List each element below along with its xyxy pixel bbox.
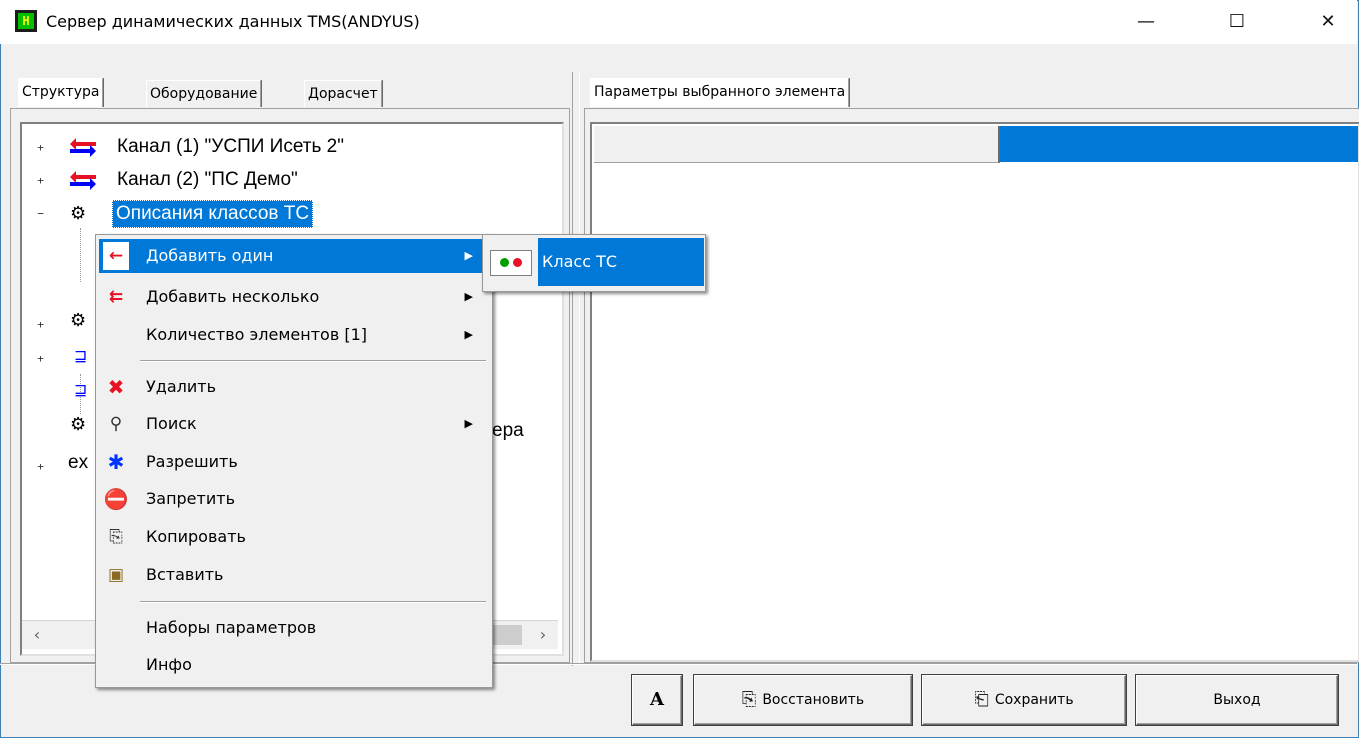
- tree-item-partial[interactable]: ера: [492, 418, 524, 444]
- menu-item-element-count[interactable]: Количество элементов [1] ▶: [99, 318, 489, 352]
- scroll-right-icon[interactable]: ›: [528, 621, 558, 649]
- context-menu: ← Добавить один ▶ ⇇ Добавить несколько ▶…: [95, 234, 493, 688]
- gears-icon: ⚙: [70, 203, 87, 223]
- tab-equipment[interactable]: Оборудование: [146, 80, 262, 107]
- tree-connector: [80, 228, 81, 282]
- menu-item-add-several[interactable]: ⇇ Добавить несколько ▶: [99, 280, 489, 314]
- grid-header-value[interactable]: [1000, 126, 1358, 162]
- submenu-arrow-icon: ▶: [464, 417, 473, 430]
- exit-button[interactable]: Выход: [1136, 675, 1338, 725]
- expand-icon[interactable]: +: [36, 319, 45, 330]
- channel-arrows-icon: [70, 138, 96, 157]
- menu-item-param-sets[interactable]: Наборы параметров: [99, 611, 489, 645]
- tree-item-ts-class-descriptions[interactable]: − ⚙ Описания классов ТС: [22, 200, 542, 228]
- app-icon: H: [15, 10, 37, 32]
- tab-structure[interactable]: Структура: [18, 78, 104, 107]
- restore-icon: ⎘: [741, 689, 757, 710]
- minimize-button[interactable]: —: [1112, 0, 1180, 44]
- device-icon: ⊒: [74, 346, 88, 365]
- tree-item-partial[interactable]: ex: [68, 450, 88, 476]
- menu-separator: [140, 360, 486, 362]
- menu-item-copy[interactable]: ⎘ Копировать: [99, 520, 489, 554]
- submenu-arrow-icon: ▶: [464, 328, 473, 341]
- close-button[interactable]: ✕: [1294, 0, 1359, 44]
- channel-arrows-icon: [70, 171, 96, 190]
- expand-icon[interactable]: +: [36, 353, 45, 364]
- copy-icon: ⎘: [109, 527, 123, 547]
- tree-item-channel-2[interactable]: + Канал (2) "ПС Демо": [22, 167, 542, 193]
- search-icon: ⚲: [109, 414, 123, 434]
- delete-x-icon: ✖: [107, 375, 125, 399]
- gears-icon: ⚙: [70, 310, 87, 331]
- arrow-left-red-icon: ←: [103, 242, 129, 270]
- window-title: Сервер динамических данных TMS(ANDYUS): [46, 12, 420, 31]
- gears-icon: ⚙: [70, 414, 87, 435]
- menu-separator: [140, 601, 486, 603]
- tree-item-channel-1[interactable]: + Канал (1) "УСПИ Исеть 2": [22, 134, 542, 160]
- arrows-left-red-icon: ⇇: [108, 287, 124, 307]
- ts-class-icon: [490, 250, 532, 276]
- collapse-icon[interactable]: −: [36, 208, 45, 219]
- restore-button[interactable]: ⎘ Восстановить: [694, 675, 912, 725]
- expand-icon[interactable]: +: [36, 142, 45, 153]
- submenu-item-ts-class[interactable]: Класс ТС: [486, 238, 704, 286]
- paste-icon: ▣: [107, 565, 125, 585]
- submenu-add-one: Класс ТС: [482, 234, 706, 292]
- grid-header-name[interactable]: [594, 126, 1000, 163]
- menu-item-forbid[interactable]: ⛔ Запретить: [99, 482, 489, 516]
- allow-asterisk-icon: ✱: [107, 450, 125, 474]
- panel-splitter[interactable]: [572, 72, 580, 666]
- forbid-icon: ⛔: [103, 487, 129, 511]
- font-button[interactable]: A: [632, 675, 682, 725]
- menu-item-search[interactable]: ⚲ Поиск ▶: [99, 407, 489, 441]
- expand-icon[interactable]: +: [36, 461, 45, 472]
- menu-item-delete[interactable]: ✖ Удалить: [99, 370, 489, 404]
- device-icon: ⊒: [74, 380, 88, 399]
- save-button[interactable]: ⎗ Сохранить: [922, 675, 1126, 725]
- submenu-arrow-icon: ▶: [464, 249, 473, 262]
- params-grid[interactable]: [590, 122, 1359, 662]
- maximize-button[interactable]: ☐: [1203, 0, 1271, 44]
- menu-item-add-one[interactable]: ← Добавить один ▶: [99, 239, 489, 273]
- submenu-arrow-icon: ▶: [464, 290, 473, 303]
- menu-item-paste[interactable]: ▣ Вставить: [99, 558, 489, 592]
- menu-item-info[interactable]: Инфо: [99, 648, 489, 682]
- expand-icon[interactable]: +: [36, 175, 45, 186]
- tab-recalc[interactable]: Дорасчет: [304, 80, 382, 107]
- scroll-left-icon[interactable]: ‹: [22, 621, 52, 649]
- menu-item-allow[interactable]: ✱ Разрешить: [99, 445, 489, 479]
- tab-selected-element-params[interactable]: Параметры выбранного элемента: [590, 78, 850, 107]
- save-icon: ⎗: [974, 689, 989, 710]
